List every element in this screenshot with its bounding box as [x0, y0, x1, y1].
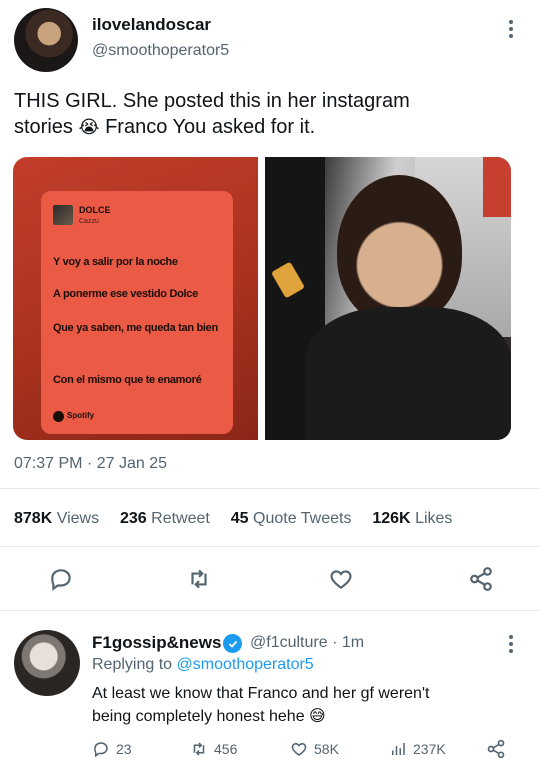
heart-icon [291, 742, 307, 756]
reply-reply-button[interactable]: 23 [92, 740, 132, 758]
reply-button[interactable] [48, 566, 74, 597]
reply-time: · 1m [332, 634, 365, 651]
reply-share-button[interactable] [486, 739, 506, 764]
media-photo[interactable] [265, 157, 511, 440]
stats-row: 878K Views 236 Retweet 45 Quote Tweets 1… [14, 510, 452, 528]
replying-to: Replying to @smoothoperator5 [92, 656, 314, 673]
verified-badge-icon [223, 634, 242, 653]
replying-to-handle-link[interactable]: @smoothoperator5 [177, 656, 314, 673]
retweet-icon [191, 569, 207, 589]
spotify-icon [53, 411, 64, 422]
retweet-button[interactable] [186, 566, 212, 597]
reply-author-name[interactable]: F1gossip&news [92, 633, 221, 653]
retweets-stat[interactable]: 236 Retweet [120, 510, 210, 527]
lyric-line-2: A ponerme ese vestido Dolce [53, 288, 198, 300]
reply-like-button[interactable]: 58K [290, 740, 339, 758]
lyric-line-1: Y voy a salir por la noche [53, 256, 178, 268]
tweet-timestamp[interactable]: 07:37 PM · 27 Jan 25 [14, 455, 167, 473]
author-handle[interactable]: @smoothoperator5 [92, 42, 229, 60]
reply-retweet-button[interactable]: 456 [190, 740, 237, 758]
lyrics-card: DOLCE Cazzu Y voy a salir por la noche A… [41, 191, 233, 434]
media-spotify-card[interactable]: DOLCE Cazzu Y voy a salir por la noche A… [13, 157, 258, 440]
divider [0, 610, 540, 611]
reply-icon [94, 742, 108, 758]
author-avatar[interactable] [14, 8, 78, 72]
author-display-name[interactable]: ilovelandoscar [92, 15, 211, 35]
sweat-smile-emoji: 😅 [309, 706, 326, 725]
reply-icon [51, 569, 71, 591]
share-button[interactable] [468, 566, 494, 597]
more-options-icon[interactable] [508, 20, 514, 38]
divider [0, 546, 540, 547]
crying-emoji: 😭 [78, 117, 100, 138]
reply-more-options-icon[interactable] [508, 635, 514, 653]
reply-text: At least we know that Franco and her gf … [92, 685, 430, 725]
likes-stat[interactable]: 126K Likes [372, 510, 452, 527]
lyric-line-4: Con el mismo que te enamoré [53, 374, 202, 386]
photo-subject [337, 175, 462, 325]
tweet-text-line-2: stories 😭 Franco You asked for it. [14, 116, 316, 138]
share-icon [470, 567, 492, 591]
lyric-line-3: Que ya saben, me queda tan bien [53, 322, 218, 334]
reply-author-handle[interactable]: @f1culture · 1m [250, 634, 364, 652]
song-title: DOLCE [79, 205, 111, 215]
share-icon [487, 739, 505, 759]
views-icon [392, 743, 405, 755]
heart-icon [330, 570, 352, 589]
tweet-text: THIS GIRL. She posted this in her instag… [14, 88, 524, 141]
divider [0, 488, 540, 489]
song-artist: Cazzu [79, 218, 99, 225]
album-art-icon [53, 205, 73, 225]
reply-views-button[interactable]: 237K [389, 740, 446, 758]
tweet-text-line-1: THIS GIRL. She posted this in her instag… [14, 90, 410, 112]
retweet-icon [193, 742, 205, 756]
reply-author-avatar[interactable] [14, 630, 80, 696]
views-stat[interactable]: 878K Views [14, 510, 99, 527]
quotes-stat[interactable]: 45 Quote Tweets [231, 510, 352, 527]
spotify-brand: Spotify [67, 411, 95, 420]
like-button[interactable] [328, 566, 354, 597]
